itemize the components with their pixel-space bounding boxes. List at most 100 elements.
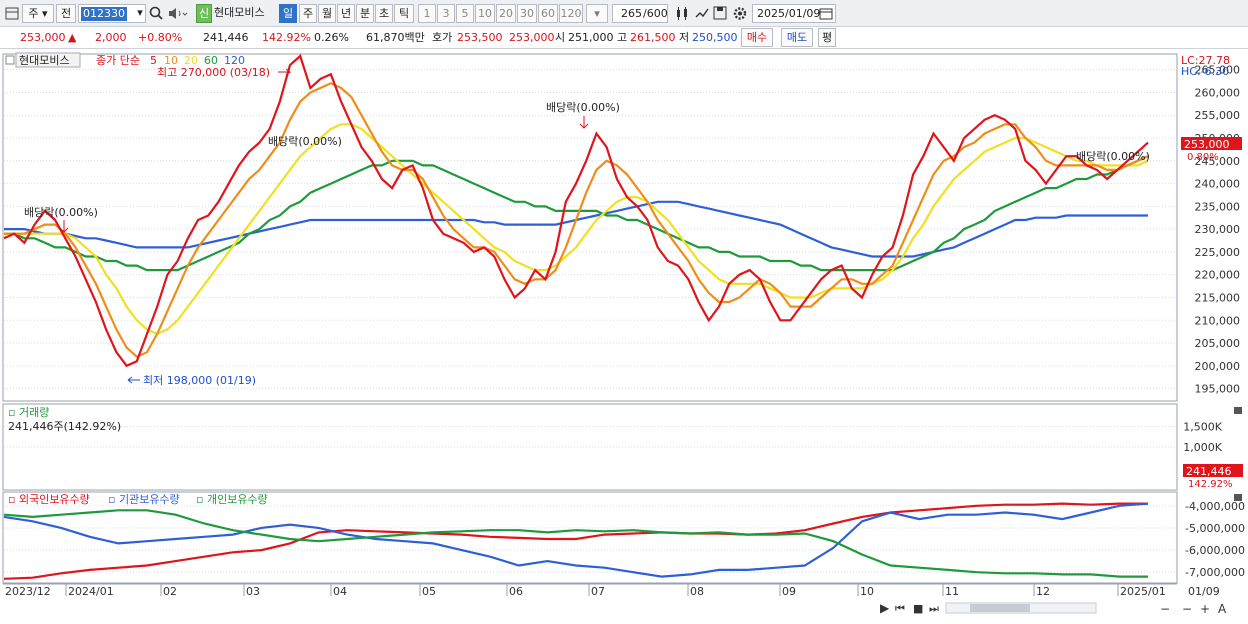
- scroll-right-icon[interactable]: ▶: [880, 601, 890, 615]
- x-tick-label: 2024/01: [68, 585, 114, 598]
- volume-title: ▫ 거래량: [8, 406, 49, 419]
- interval-year[interactable]: 년: [337, 4, 355, 23]
- volume-pane-close-icon[interactable]: [1234, 407, 1242, 414]
- low-annotation: 최저 198,000 (01/19): [143, 374, 256, 387]
- text-size-icon[interactable]: A: [1218, 602, 1227, 616]
- x-tick-label: 12: [1036, 585, 1050, 598]
- price-tick-label: 205,000: [1195, 337, 1241, 350]
- count-input[interactable]: 265 /600: [612, 4, 668, 23]
- search-icon[interactable]: [148, 5, 164, 22]
- x-tick-label: 04: [333, 585, 347, 598]
- volume-title-text: 거래량: [19, 406, 49, 419]
- volume: 241,446: [203, 31, 249, 44]
- low-price: 250,500: [692, 31, 738, 44]
- dividend-annotation-3: 배당락(0.00%): [546, 101, 620, 114]
- legend-individual: ▫ 개인보유수량: [196, 493, 268, 506]
- toolbar: 주 ▾ 전 012330 ▾ 신 현대모비스 일 주 월 년 분 초 틱 1 3…: [0, 0, 1248, 27]
- dividend-annotation-1: 배당락(0.00%): [24, 206, 98, 219]
- stock-code-value: 012330: [81, 7, 127, 21]
- x-tick-label: 01/09: [1188, 585, 1220, 598]
- volume-tick-label: 1,000K: [1183, 441, 1222, 454]
- candle-icon[interactable]: [674, 5, 690, 22]
- holdings-tick-label: -6,000,000: [1185, 544, 1245, 557]
- minute-20[interactable]: 20: [496, 4, 516, 23]
- interval-day[interactable]: 일: [279, 4, 297, 23]
- price-tick-label: 235,000: [1195, 200, 1241, 213]
- minute-1[interactable]: 1: [418, 4, 436, 23]
- legend-foreign-text: 외국인보유수량: [19, 493, 90, 506]
- x-tick-label: 06: [509, 585, 523, 598]
- high-label: 고: [617, 31, 628, 44]
- period-select-label: 주: [28, 7, 39, 20]
- chart-area: 265,000260,000255,000250,000245,000240,0…: [0, 50, 1248, 621]
- zoom-in-icon[interactable]: +: [1200, 602, 1210, 616]
- price-tick-label: 210,000: [1195, 314, 1241, 327]
- minute-60[interactable]: 60: [538, 4, 558, 23]
- interval-minute[interactable]: 분: [356, 4, 374, 23]
- count-total: /600: [643, 7, 668, 20]
- stock-name: 현대모비스: [214, 6, 265, 19]
- ask-price: 253,500: [457, 31, 503, 44]
- scroll-last-icon[interactable]: ⏭: [929, 602, 939, 615]
- x-tick-label: 2023/12: [5, 585, 51, 598]
- minute-120[interactable]: 120: [559, 4, 583, 23]
- x-tick-label: 09: [782, 585, 796, 598]
- code-dropdown-icon[interactable]: ▾: [134, 4, 146, 23]
- price-tick-label: 200,000: [1195, 360, 1241, 373]
- volume-value-label: 241,446주(142.92%): [8, 420, 121, 433]
- even-button[interactable]: 평: [818, 28, 836, 47]
- period-select[interactable]: 주 ▾: [22, 4, 54, 23]
- dividend-annotation-2: 배당락(0.00%): [268, 135, 342, 148]
- bid-price: 253,000: [509, 31, 555, 44]
- holdings-pane-close-icon[interactable]: [1234, 494, 1242, 501]
- interval-dropdown-icon[interactable]: ▾: [586, 4, 608, 23]
- save-icon[interactable]: [712, 5, 728, 22]
- calendar-icon[interactable]: [818, 5, 834, 22]
- gear-icon[interactable]: [732, 5, 748, 22]
- sell-button[interactable]: 매도: [781, 28, 813, 47]
- minute-5[interactable]: 5: [456, 4, 474, 23]
- holdings-y-axis: -4,000,000 -5,000,000 -6,000,000 -7,000,000: [1185, 500, 1245, 579]
- current-price: 253,000: [20, 31, 66, 44]
- date-x-axis: 2023/12 2024/01 02 03 04 05 06 07 08 09 10 11 12 2025…: [3, 583, 1220, 598]
- buy-button[interactable]: 매수: [741, 28, 773, 47]
- current-price-marker-value: 253,000: [1184, 138, 1230, 151]
- stop-icon[interactable]: ■: [913, 602, 923, 615]
- price-tick-label: 215,000: [1195, 291, 1241, 304]
- volume-tick-label: 1,500K: [1183, 421, 1222, 434]
- minute-30[interactable]: 30: [517, 4, 537, 23]
- legend-ma-type: 종가 단순: [96, 54, 140, 67]
- interval-tick[interactable]: 틱: [394, 4, 414, 23]
- volume-y-axis: 1,500K 1,000K: [1183, 421, 1222, 455]
- x-tick-label: 03: [246, 585, 260, 598]
- scroll-first-icon[interactable]: ⏮: [895, 602, 905, 615]
- trade-amount: 61,870백만: [366, 31, 425, 44]
- price-tick-label: 195,000: [1195, 383, 1241, 396]
- holdings-tick-label: -5,000,000: [1185, 522, 1245, 535]
- legend-institution-text: 기관보유수량: [119, 493, 180, 506]
- legend-individual-text: 개인보유수량: [207, 493, 268, 506]
- chart-scroll-controls[interactable]: ▶ ⏮ ■ ⏭ − − + A: [880, 601, 1227, 616]
- interval-second[interactable]: 초: [375, 4, 393, 23]
- interval-week[interactable]: 주: [299, 4, 317, 23]
- high-price: 261,500: [630, 31, 676, 44]
- legend-institution: ▫ 기관보유수량: [108, 493, 180, 506]
- x-tick-label: 07: [591, 585, 605, 598]
- line-tool-icon[interactable]: [694, 5, 710, 22]
- minute-10[interactable]: 10: [475, 4, 495, 23]
- volume-ratio: 142.92%: [262, 31, 311, 44]
- zoom-out-icon[interactable]: −: [1160, 602, 1170, 616]
- volume-current-value: 241,446: [1186, 465, 1232, 478]
- minute-3[interactable]: 3: [437, 4, 455, 23]
- x-tick-label: 05: [422, 585, 436, 598]
- volume-current-pct: 142.92%: [1188, 479, 1233, 490]
- chart-menu-icon[interactable]: [4, 5, 20, 22]
- speaker-icon[interactable]: [166, 5, 190, 22]
- price-tick-label: 255,000: [1195, 109, 1241, 122]
- zoom-reset-icon[interactable]: −: [1182, 602, 1192, 616]
- interval-month[interactable]: 월: [318, 4, 336, 23]
- stock-chart: 265,000260,000255,000250,000245,000240,0…: [2, 52, 1245, 616]
- all-button[interactable]: 전: [56, 4, 76, 23]
- scrollbar-thumb[interactable]: [970, 604, 1030, 612]
- price-y-axis: 265,000260,000255,000250,000245,000240,0…: [1195, 64, 1241, 396]
